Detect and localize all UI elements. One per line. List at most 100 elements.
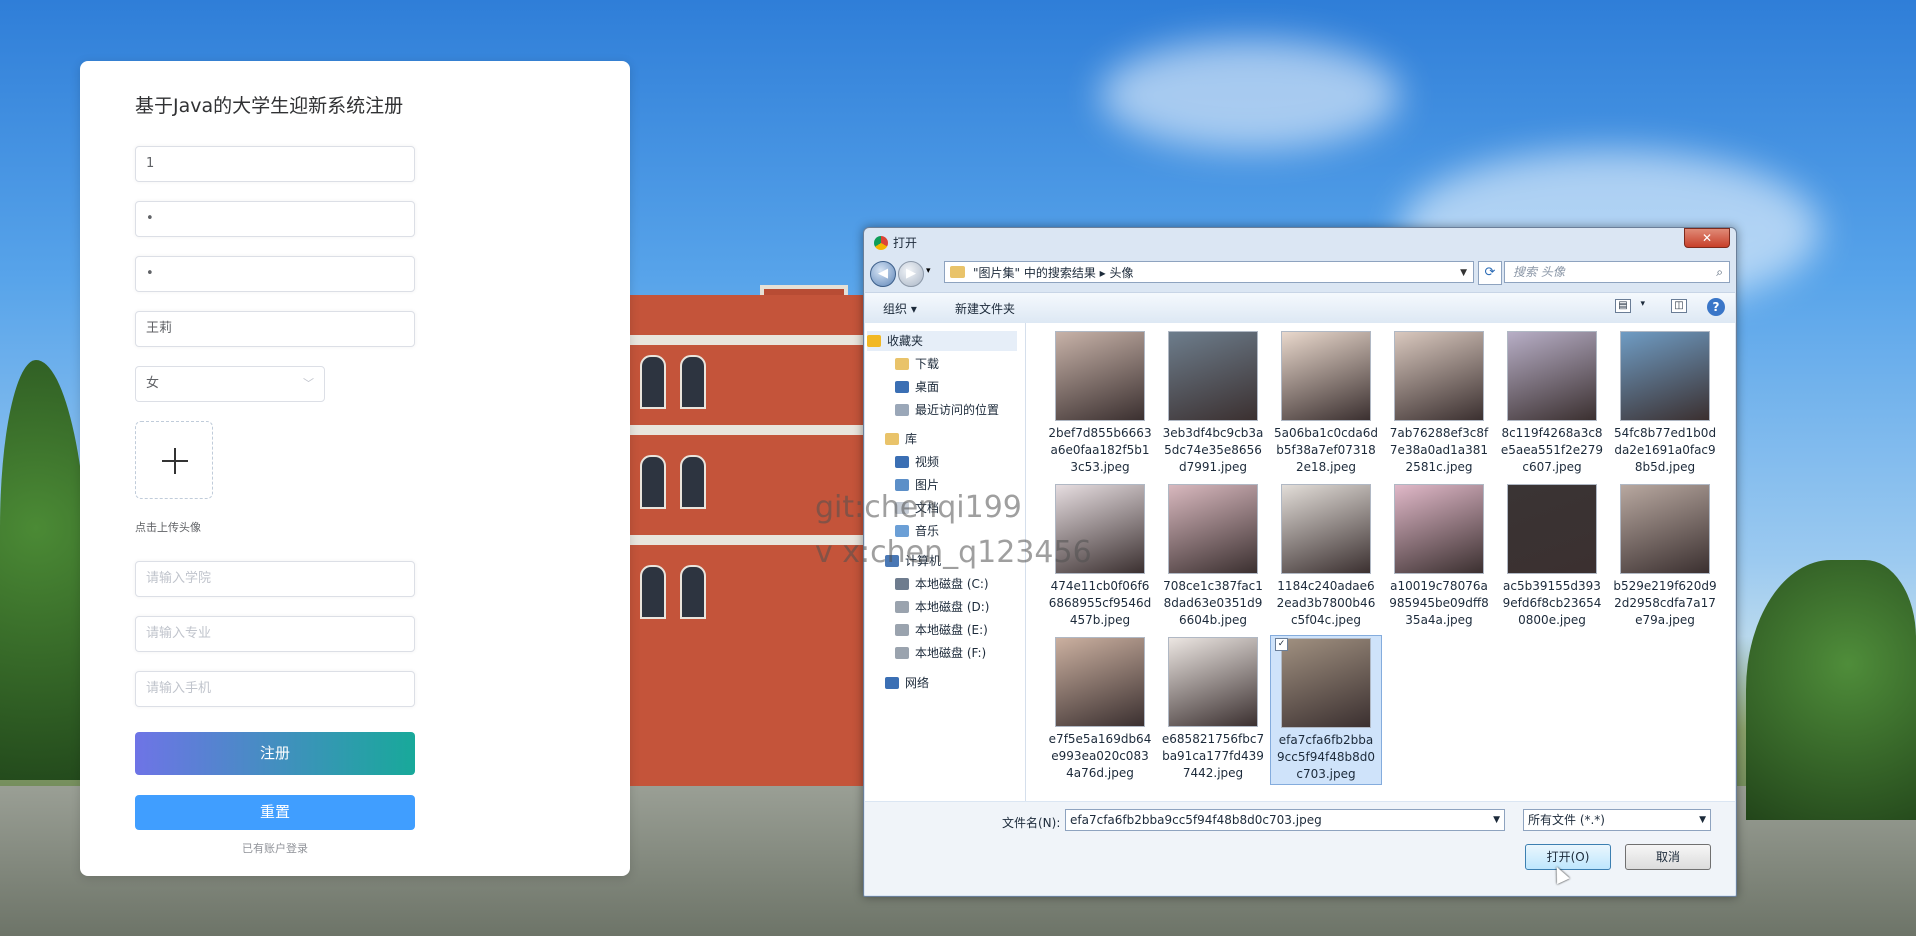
nav-item[interactable]: 网络 <box>885 673 929 693</box>
nav-item[interactable]: 视频 <box>895 452 939 472</box>
back-button[interactable]: ◀ <box>870 261 896 287</box>
nav-item[interactable]: 本地磁盘 (E:) <box>895 620 988 640</box>
college-input[interactable]: 请输入学院 <box>135 561 415 597</box>
filename-input[interactable]: efa7cfa6fb2bba9cc5f94f48b8d0c703.jpeg ▼ <box>1065 809 1505 831</box>
nav-item[interactable]: 库 <box>885 429 917 449</box>
reset-button[interactable]: 重置 <box>135 795 415 830</box>
nav-item-label: 本地磁盘 (F:) <box>915 646 987 660</box>
help-icon[interactable]: ? <box>1707 298 1725 316</box>
nav-item[interactable]: 下载 <box>895 354 939 374</box>
dialog-footer: 文件名(N): efa7cfa6fb2bba9cc5f94f48b8d0c703… <box>865 802 1735 895</box>
page-title: 基于Java的大学生迎新系统注册 <box>135 95 404 117</box>
file-item[interactable]: 5a06ba1c0cda6db5f38a7ef073182e18.jpeg <box>1270 329 1382 479</box>
drive-d-icon <box>895 601 909 613</box>
file-list: 2bef7d855b6663a6e0faa182f5b13c53.jpeg 3eb… <box>1026 323 1735 801</box>
nav-item[interactable]: 本地磁盘 (C:) <box>895 574 989 594</box>
nav-item[interactable]: 桌面 <box>895 377 939 397</box>
history-dropdown-icon[interactable]: ▾ <box>926 266 931 276</box>
nav-item-label: 库 <box>905 432 918 446</box>
password-input[interactable]: • <box>135 201 415 237</box>
nav-item[interactable]: 最近访问的位置 <box>895 400 999 420</box>
file-item[interactable]: a10019c78076a985945be09dff835a4a.jpeg <box>1383 482 1495 632</box>
search-input[interactable]: 搜索 头像 ⌕ <box>1504 261 1730 283</box>
cancel-button[interactable]: 取消 <box>1625 844 1711 870</box>
account-input[interactable]: 1 <box>135 146 415 182</box>
address-bar[interactable]: "图片集" 中的搜索结果 ▸ 头像 ▼ <box>944 261 1474 283</box>
nav-item-label: 本地磁盘 (E:) <box>915 623 988 637</box>
file-name: 54fc8b77ed1b0dda2e1691a0fac98b5d.jpeg <box>1613 426 1717 474</box>
nav-item[interactable]: 本地磁盘 (D:) <box>895 597 989 617</box>
nav-item-label: 网络 <box>905 676 930 690</box>
file-name: ac5b39155d3939efd6f8cb236540800e.jpeg <box>1502 579 1602 627</box>
file-item[interactable]: 3eb3df4bc9cb3a5dc74e35e8656d7991.jpeg <box>1157 329 1269 479</box>
chevron-down-icon: ﹀ <box>303 377 314 390</box>
image-thumbnail <box>1168 484 1258 574</box>
forward-button[interactable]: ▶ <box>898 261 924 287</box>
file-item[interactable]: e685821756fbc7ba91ca177fd4397442.jpeg <box>1157 635 1269 785</box>
confirm-password-input[interactable]: • <box>135 256 415 292</box>
avatar-upload[interactable] <box>135 421 213 499</box>
file-name: 8c119f4268a3c8e5aea551f2e279c607.jpeg <box>1500 426 1604 474</box>
chevron-down-icon[interactable]: ▼ <box>1493 810 1500 830</box>
nav-item-label: 本地磁盘 (C:) <box>915 577 989 591</box>
file-item[interactable]: 708ce1c387fac18dad63e0351d96604b.jpeg <box>1157 482 1269 632</box>
file-item[interactable]: 2bef7d855b6663a6e0faa182f5b13c53.jpeg <box>1044 329 1156 479</box>
file-item[interactable]: ac5b39155d3939efd6f8cb236540800e.jpeg <box>1496 482 1608 632</box>
file-item[interactable]: 7ab76288ef3c8f7e38a0ad1a3812581c.jpeg <box>1383 329 1495 479</box>
open-button[interactable]: 打开(O) <box>1525 844 1611 870</box>
search-placeholder: 搜索 头像 <box>1513 265 1565 279</box>
nav-item-label: 最近访问的位置 <box>915 403 1000 417</box>
image-thumbnail <box>1055 637 1145 727</box>
drive-f-icon <box>895 647 909 659</box>
nav-item[interactable]: 本地磁盘 (F:) <box>895 643 986 663</box>
folder-icon <box>950 266 965 278</box>
search-icon: ⌕ <box>1716 265 1723 279</box>
login-link[interactable]: 已有账户登录 <box>135 840 415 856</box>
chevron-down-icon[interactable]: ▼ <box>1460 262 1467 284</box>
image-thumbnail <box>1507 484 1597 574</box>
file-name: b529e219f620d92d2958cdfa7a17e79a.jpeg <box>1613 579 1717 627</box>
view-dropdown-icon[interactable]: ▾ <box>1640 299 1645 309</box>
gender-select[interactable]: 女 ﹀ <box>135 366 325 402</box>
new-folder-button[interactable]: 新建文件夹 <box>955 300 1015 317</box>
gender-select-value: 女 <box>146 376 160 391</box>
image-thumbnail <box>1168 637 1258 727</box>
close-button[interactable]: ✕ <box>1684 228 1730 248</box>
view-options-icon[interactable]: ▤ <box>1615 299 1631 313</box>
register-button[interactable]: 注册 <box>135 732 415 775</box>
file-item[interactable]: ✓ efa7cfa6fb2bba9cc5f94f48b8d0c703.jpeg <box>1270 635 1382 785</box>
dialog-titlebar[interactable]: 打开 <box>874 233 917 253</box>
checkbox-icon[interactable]: ✓ <box>1275 638 1288 651</box>
file-item[interactable]: e7f5e5a169db64e993ea020c0834a76d.jpeg <box>1044 635 1156 785</box>
watermark-line-1: git:chenqi199 <box>815 490 1022 525</box>
filename-value: efa7cfa6fb2bba9cc5f94f48b8d0c703.jpeg <box>1070 813 1322 827</box>
file-item[interactable]: 8c119f4268a3c8e5aea551f2e279c607.jpeg <box>1496 329 1608 479</box>
nav-item[interactable]: 收藏夹 <box>867 331 1017 351</box>
file-name: 708ce1c387fac18dad63e0351d96604b.jpeg <box>1163 579 1263 627</box>
watermark-line-2: v x:chen_q123456 <box>815 535 1092 570</box>
file-name: 474e11cb0f06f66868955cf9546d457b.jpeg <box>1048 579 1152 627</box>
organize-menu[interactable]: 组织 ▾ <box>883 300 917 317</box>
breadcrumb: "图片集" 中的搜索结果 ▸ 头像 <box>973 266 1134 280</box>
major-input[interactable]: 请输入专业 <box>135 616 415 652</box>
trees-left <box>0 360 90 780</box>
file-item[interactable]: b529e219f620d92d2958cdfa7a17e79a.jpeg <box>1609 482 1721 632</box>
cloud <box>1100 40 1400 150</box>
file-name: 2bef7d855b6663a6e0faa182f5b13c53.jpeg <box>1048 426 1152 474</box>
filetype-select[interactable]: 所有文件 (*.*) ▼ <box>1523 809 1711 831</box>
file-name: 3eb3df4bc9cb3a5dc74e35e8656d7991.jpeg <box>1162 426 1264 474</box>
name-input[interactable]: 王莉 <box>135 311 415 347</box>
filename-label: 文件名(N): <box>1002 816 1061 830</box>
refresh-icon[interactable]: ⟳ <box>1478 261 1502 285</box>
phone-input[interactable]: 请输入手机 <box>135 671 415 707</box>
file-item[interactable]: 54fc8b77ed1b0dda2e1691a0fac98b5d.jpeg <box>1609 329 1721 479</box>
file-item[interactable]: 1184c240adae62ead3b7800b46c5f04c.jpeg <box>1270 482 1382 632</box>
dialog-toolbar: 组织 ▾ 新建文件夹 ▤ ▾ ◫ ? <box>865 292 1735 324</box>
image-thumbnail <box>1620 484 1710 574</box>
dialog-title: 打开 <box>893 236 918 250</box>
address-row: ◀ ▶ ▾ "图片集" 中的搜索结果 ▸ 头像 ▼ ⟳ 搜索 头像 ⌕ <box>870 260 1730 287</box>
video-icon <box>895 456 909 468</box>
preview-pane-icon[interactable]: ◫ <box>1671 299 1687 313</box>
image-thumbnail <box>1394 484 1484 574</box>
chevron-down-icon: ▼ <box>1699 815 1706 825</box>
